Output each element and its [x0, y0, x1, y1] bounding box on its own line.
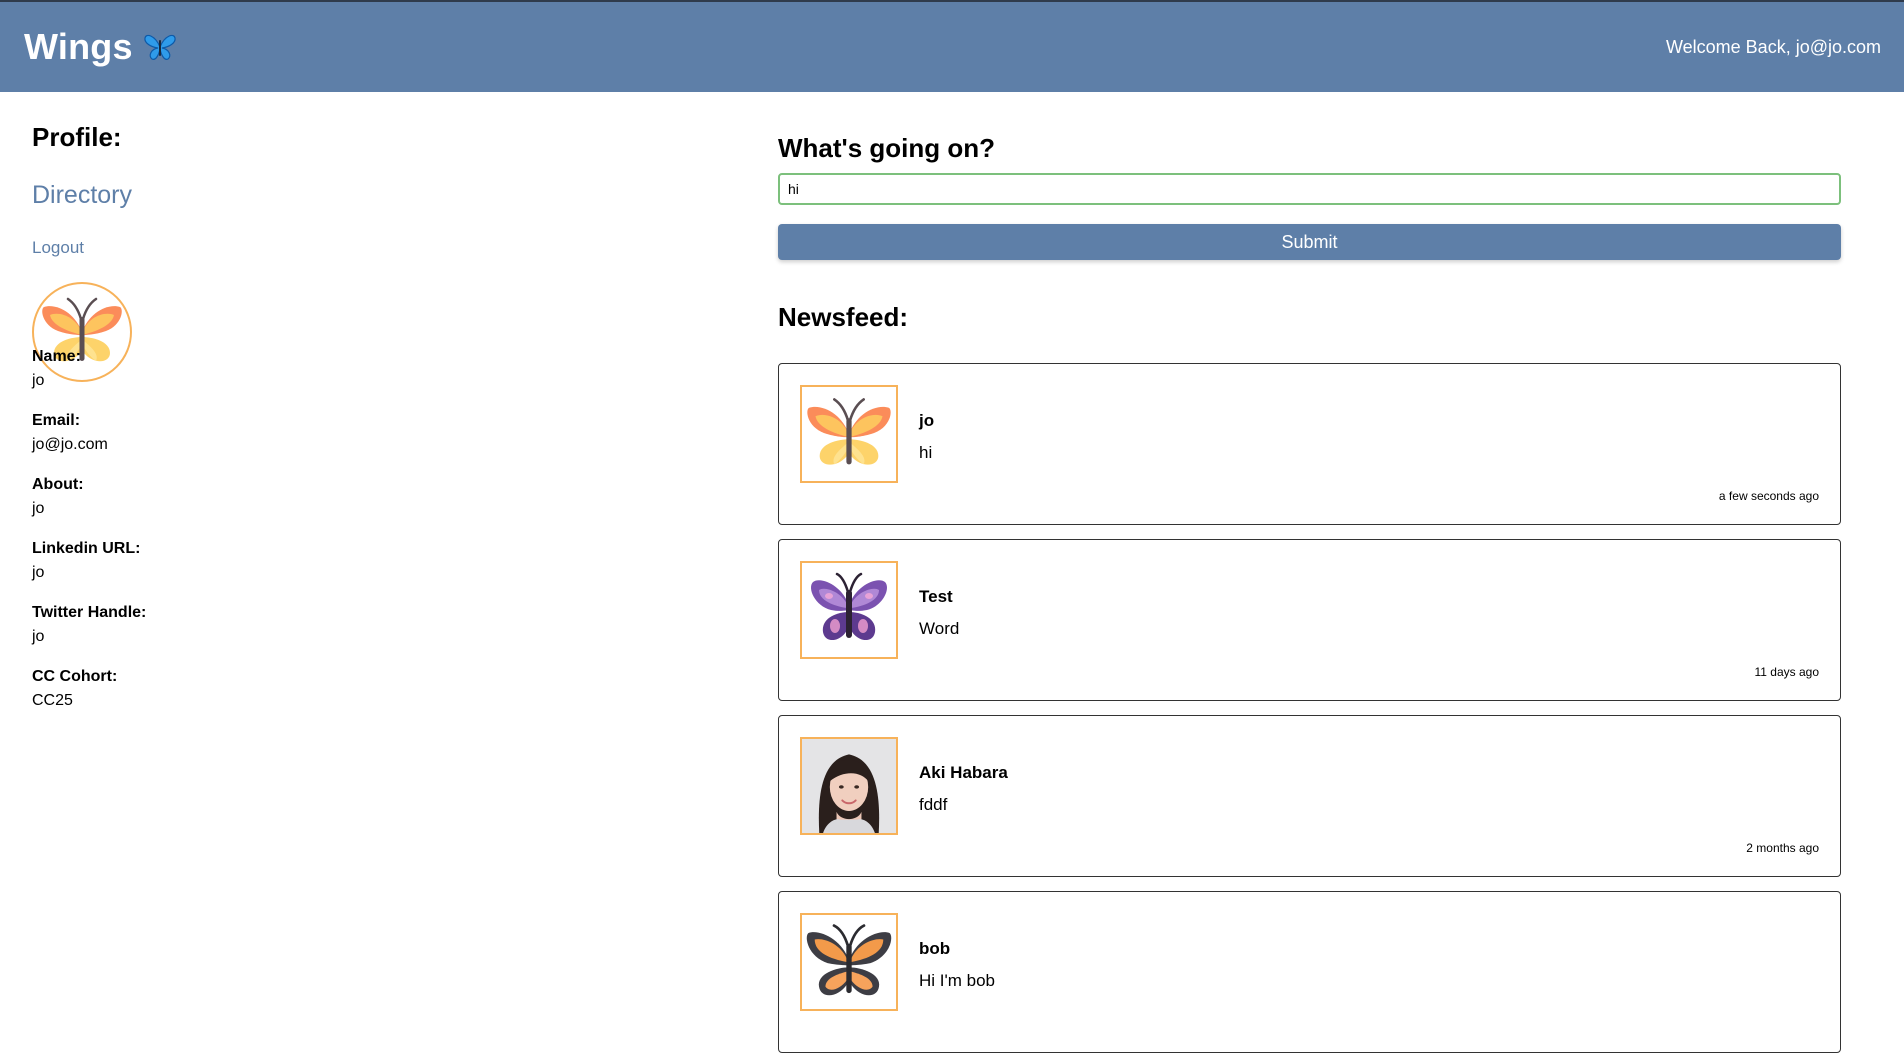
- brand-logo[interactable]: Wings: [24, 26, 177, 68]
- name-value: jo: [32, 372, 45, 389]
- linkedin-value: jo: [32, 564, 45, 581]
- email-label: Email:: [32, 412, 81, 429]
- newsfeed-heading: Newsfeed:: [778, 302, 909, 332]
- about-value: jo: [32, 500, 45, 517]
- profile-heading: Profile:: [32, 122, 122, 152]
- post-card: bob Hi I'm bob: [778, 891, 1841, 1053]
- post-message: hi: [919, 443, 933, 462]
- post-message: fddf: [919, 795, 948, 814]
- welcome-message: Welcome Back, jo@jo.com: [1665, 37, 1881, 57]
- about-label: About:: [32, 476, 84, 493]
- post-author: bob: [919, 939, 951, 958]
- post-timestamp: 11 days ago: [1754, 665, 1820, 679]
- post-avatar: [800, 737, 898, 835]
- post-message: Hi I'm bob: [919, 971, 995, 990]
- post-avatar: [800, 561, 898, 659]
- butterfly-icon: [144, 34, 176, 60]
- twitter-label: Twitter Handle:: [32, 604, 147, 621]
- twitter-value: jo: [32, 628, 45, 645]
- post-avatar: [800, 913, 898, 1011]
- navbar: Wings Welcome Back, jo@jo.com: [0, 2, 1904, 92]
- post-card: Aki Habara fddf 2 months ago: [778, 715, 1841, 877]
- name-label: Name:: [32, 348, 81, 365]
- email-value: jo@jo.com: [32, 436, 108, 453]
- post-author: Aki Habara: [919, 763, 1008, 782]
- cohort-value: CC25: [32, 692, 73, 709]
- post-author: Test: [919, 587, 953, 606]
- monarch-butterfly-image: [806, 924, 892, 996]
- brand-name: Wings: [24, 26, 133, 67]
- orange-butterfly-image: [807, 398, 891, 465]
- person-photo-image: [802, 739, 896, 833]
- logout-link[interactable]: Logout: [32, 238, 84, 258]
- post-timestamp: a few seconds ago: [1718, 489, 1819, 503]
- post-card: Test Word 11 days ago: [778, 539, 1841, 701]
- post-message: Word: [919, 619, 960, 638]
- composer-heading: What's going on?: [778, 133, 996, 163]
- post-author: jo: [919, 411, 935, 430]
- linkedin-label: Linkedin URL:: [32, 540, 141, 557]
- post-avatar: [800, 385, 898, 483]
- profile-avatar: [32, 282, 132, 382]
- post-card: jo hi a few seconds ago: [778, 363, 1841, 525]
- post-input[interactable]: [778, 173, 1841, 205]
- cohort-label: CC Cohort:: [32, 668, 118, 685]
- directory-link[interactable]: Directory: [32, 181, 132, 210]
- post-timestamp: 2 months ago: [1746, 841, 1819, 855]
- purple-butterfly-image: [811, 572, 887, 641]
- submit-button[interactable]: Submit: [778, 224, 1841, 260]
